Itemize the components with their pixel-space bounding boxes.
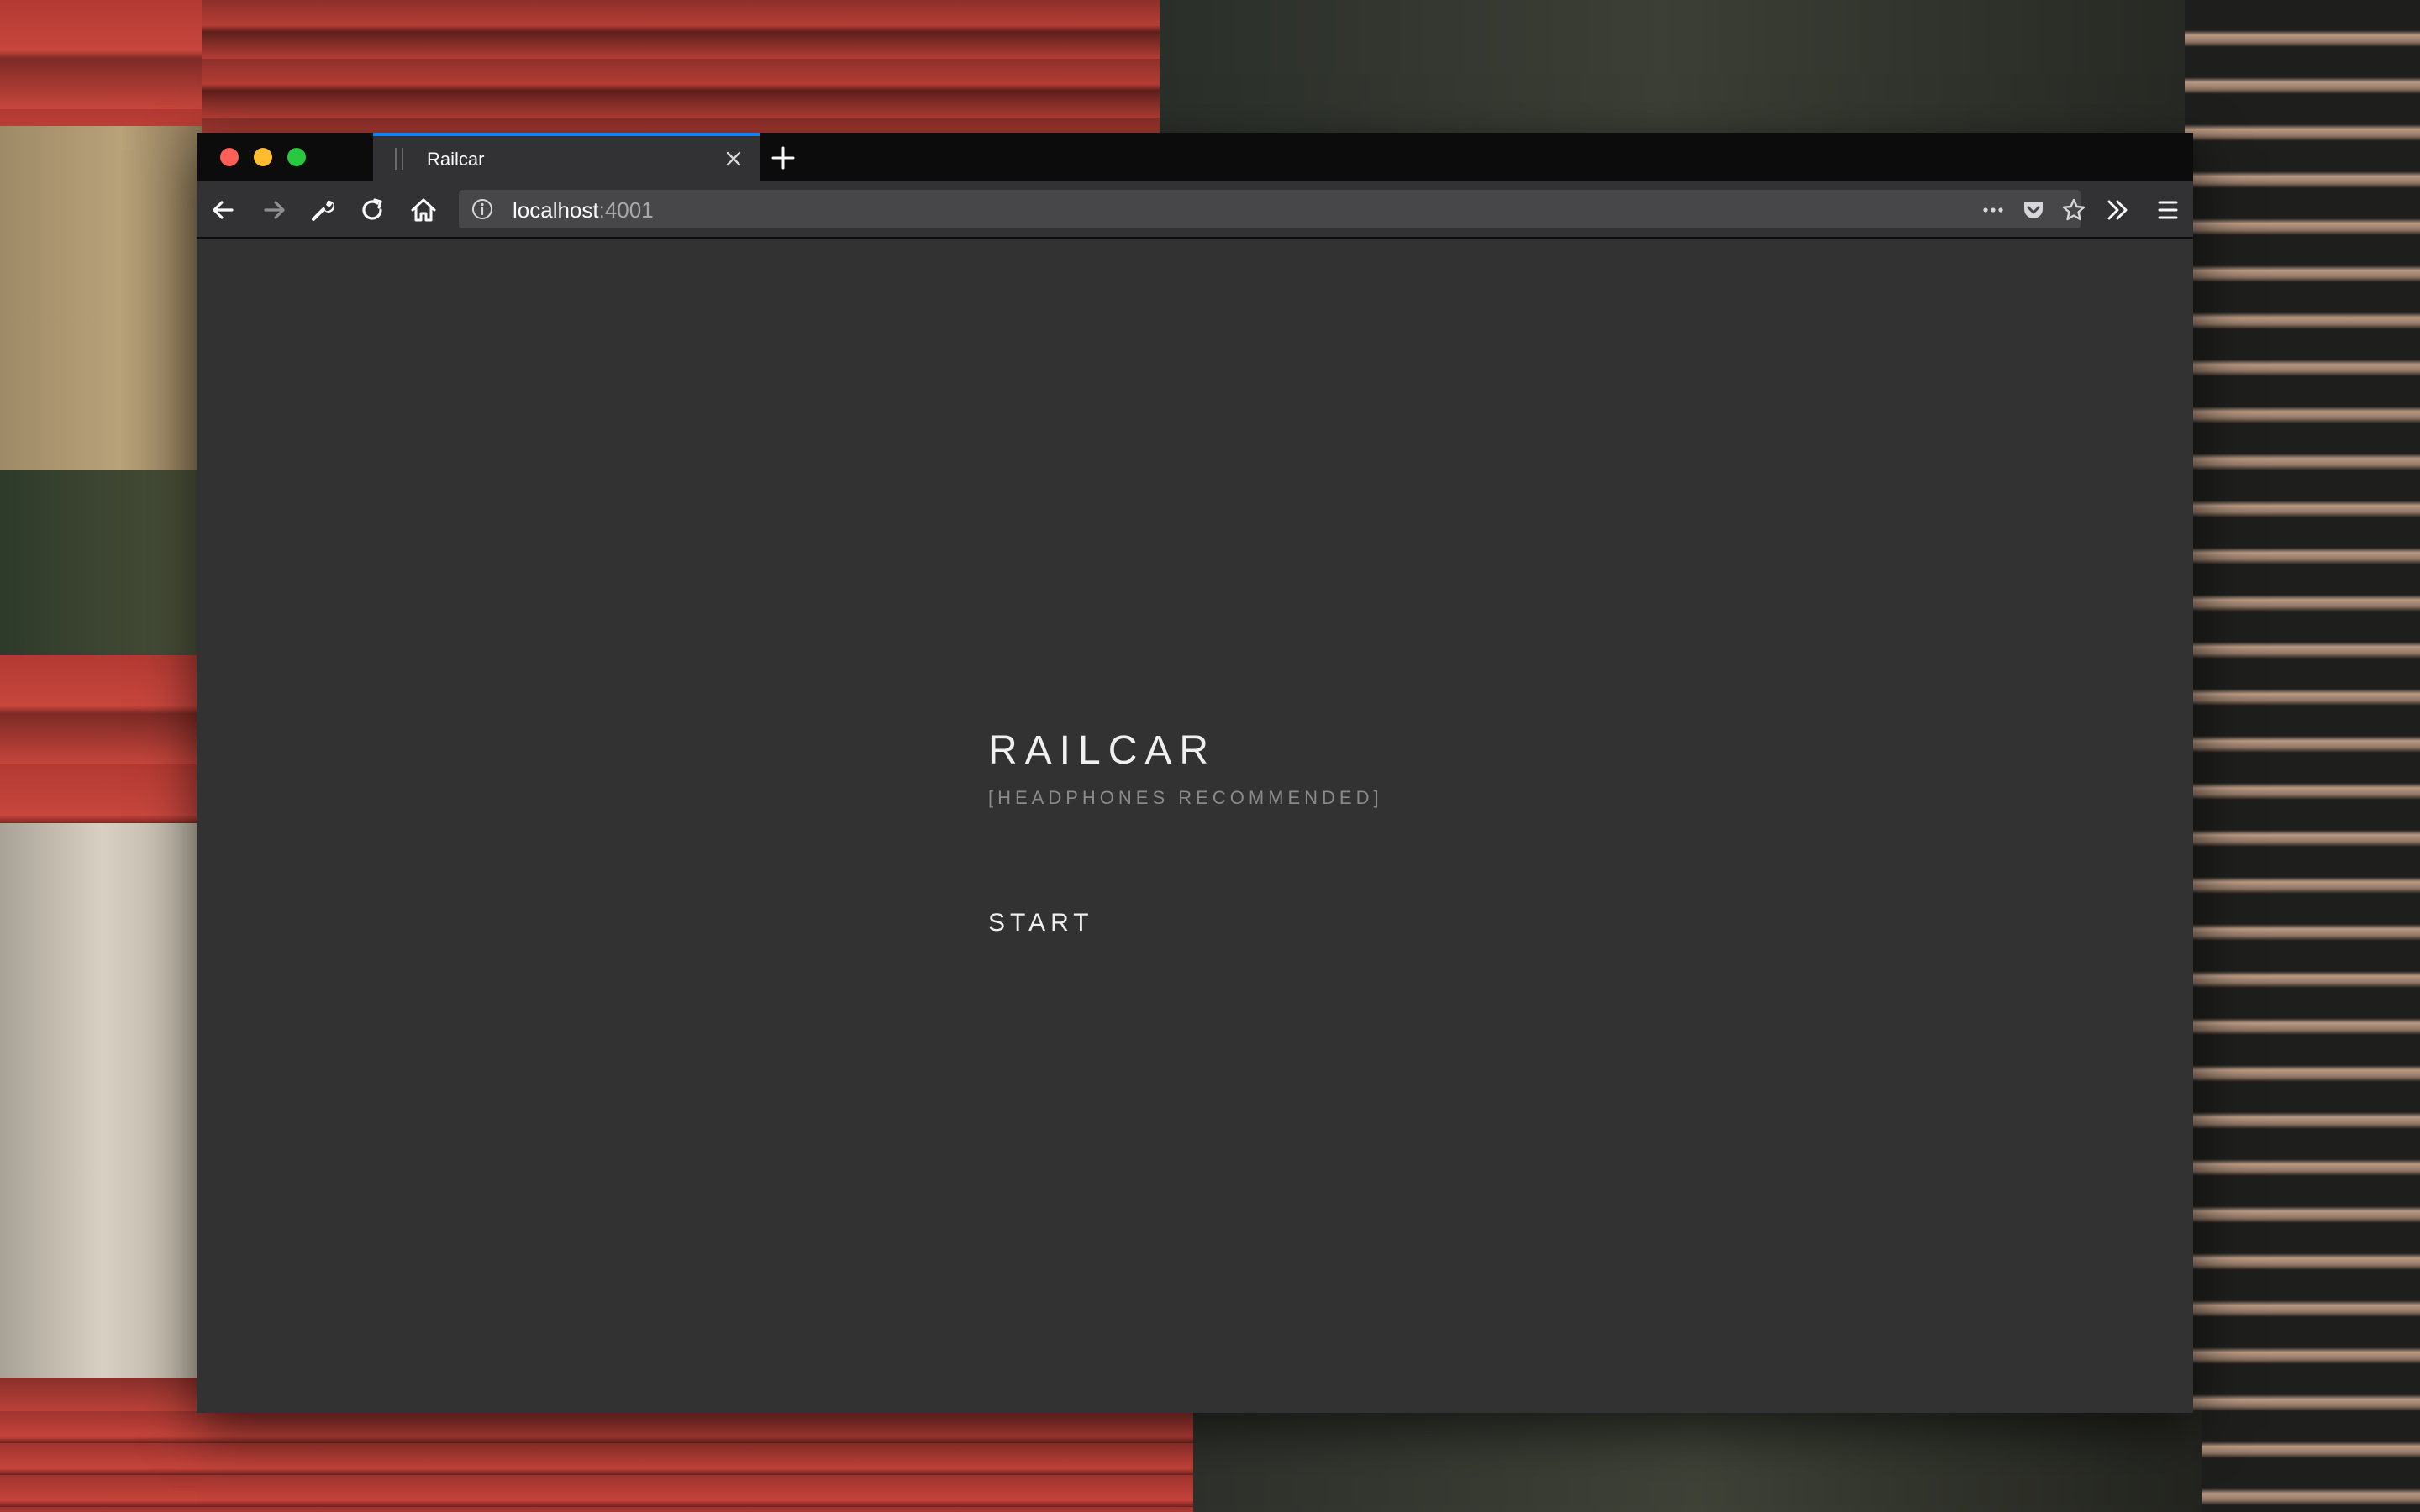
info-icon[interactable] (471, 197, 494, 221)
wallpaper-top-red (202, 0, 1193, 134)
home-icon[interactable] (407, 193, 440, 227)
wrench-icon[interactable] (306, 193, 339, 227)
page-subtitle: [HEADPHONES RECOMMENDED] (988, 787, 1383, 808)
arrow-right-icon[interactable] (257, 193, 291, 227)
plus-icon[interactable] (766, 141, 800, 175)
tab-drag-handle-icon (395, 148, 403, 170)
chevrons-right-icon[interactable] (2101, 193, 2134, 227)
close-icon[interactable] (721, 146, 746, 171)
window-minimize-button[interactable] (254, 148, 272, 166)
browser-window: Railcar localhost:4001 RAILCAR [HEADPHON… (197, 133, 2193, 1413)
window-close-button[interactable] (220, 148, 239, 166)
wallpaper-left-dark (0, 470, 202, 655)
start-button[interactable]: START (988, 907, 1094, 939)
window-maximize-button[interactable] (287, 148, 306, 166)
page-content: RAILCAR [HEADPHONES RECOMMENDED] START (197, 239, 2193, 1413)
more-icon[interactable] (1980, 197, 2007, 223)
title-bar: Railcar (197, 133, 2193, 181)
page-title: RAILCAR (988, 728, 1217, 773)
hamburger-menu-icon[interactable] (2151, 193, 2185, 227)
wallpaper-right-stripes (2185, 0, 2420, 1512)
reload-icon[interactable] (356, 193, 390, 227)
wallpaper-left-white (0, 823, 202, 1378)
arrow-left-icon[interactable] (207, 193, 240, 227)
star-icon[interactable] (2060, 197, 2087, 223)
wallpaper-bottom-red (0, 1411, 1193, 1512)
url-bar[interactable]: localhost:4001 (459, 190, 2086, 228)
tab-railcar[interactable]: Railcar (373, 133, 760, 181)
wallpaper-bottom-dark (1193, 1411, 2202, 1512)
navigation-toolbar: localhost:4001 (197, 181, 2193, 239)
url-port: :4001 (598, 197, 654, 223)
url-text[interactable]: localhost:4001 (513, 197, 654, 223)
url-host: localhost (513, 197, 599, 223)
tab-title: Railcar (427, 149, 485, 170)
pocket-icon[interactable] (2020, 197, 2047, 223)
